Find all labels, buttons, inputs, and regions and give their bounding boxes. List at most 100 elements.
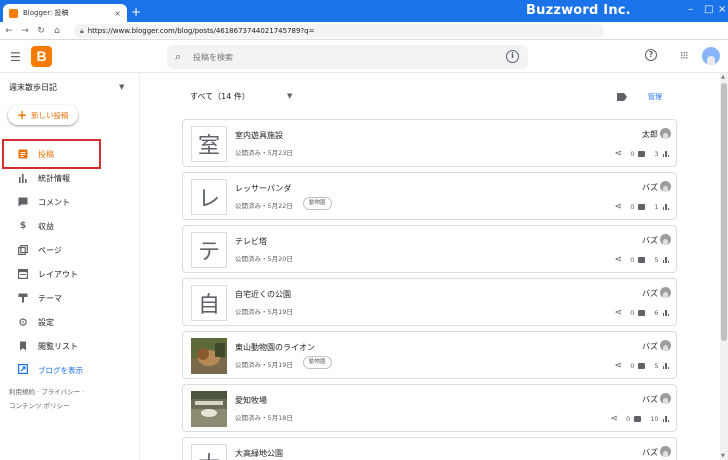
lock-icon: 🔒︎ bbox=[80, 26, 84, 35]
footer-links[interactable]: 利用規約 · プライバシー · bbox=[9, 386, 84, 396]
new-post-button[interactable]: + 新しい投稿 bbox=[8, 105, 78, 125]
post-stats: ⋖ 0 6 bbox=[615, 308, 669, 318]
back-icon[interactable]: ← bbox=[2, 26, 16, 36]
author-avatar bbox=[660, 234, 671, 245]
comment-count: 0 bbox=[626, 415, 631, 423]
new-tab-button[interactable]: + bbox=[131, 5, 141, 19]
post-author: バズ bbox=[642, 395, 658, 404]
manage-button[interactable]: 管理 bbox=[648, 92, 662, 102]
tab-title: Blogger: 投稿 bbox=[23, 9, 69, 17]
footer-content-policy[interactable]: コンテンツ ポリシー bbox=[9, 400, 70, 410]
chevron-down-icon[interactable]: ▼ bbox=[119, 83, 124, 91]
sidebar-item-stats[interactable]: 統計情報 bbox=[0, 166, 140, 190]
account-avatar[interactable] bbox=[702, 47, 720, 65]
share-icon[interactable]: ⋖ bbox=[611, 414, 619, 424]
post-photo-thumbnail bbox=[191, 391, 227, 427]
scroll-up-icon[interactable]: ▲ bbox=[721, 74, 725, 80]
stats-icon bbox=[662, 310, 669, 316]
sidebar-item-theme[interactable]: テーマ bbox=[0, 286, 140, 310]
maximize-icon[interactable]: □ bbox=[704, 4, 713, 15]
post-label-chip[interactable]: 動物園 bbox=[303, 197, 332, 210]
apps-grid-icon[interactable]: ⁝⁝⁝ bbox=[680, 49, 688, 62]
share-icon[interactable]: ⋖ bbox=[615, 202, 623, 212]
address-bar[interactable]: 🔒︎ https://www.blogger.com/blog/posts/46… bbox=[74, 24, 604, 38]
sidebar: 週末散歩日記 ▼ + 新しい投稿 投稿 統計情報 コメント $ 収益 ページ レ… bbox=[0, 73, 140, 460]
sidebar-item-label: ページ bbox=[38, 245, 62, 255]
sidebar-item-reading-list[interactable]: 閲覧リスト bbox=[0, 334, 140, 358]
comment-icon bbox=[18, 197, 28, 207]
post-row[interactable]: レ レッサーパンダ 公開済み・5月22日 動物園 バズ ⋖ 0 1 bbox=[182, 172, 677, 220]
post-title[interactable]: 東山動物園のライオン bbox=[235, 342, 315, 353]
scrollbar-thumb[interactable] bbox=[721, 83, 727, 341]
search-icon[interactable]: ⌕ bbox=[175, 50, 181, 64]
scroll-down-icon[interactable]: ▼ bbox=[721, 453, 725, 459]
sidebar-item-settings[interactable]: ⚙ 設定 bbox=[0, 310, 140, 334]
author-avatar bbox=[660, 287, 671, 298]
blog-selector[interactable]: 週末散歩日記 bbox=[9, 82, 57, 93]
bookmark-icon bbox=[18, 341, 28, 351]
home-icon[interactable]: ⌂ bbox=[50, 26, 64, 36]
post-row[interactable]: 東山動物園のライオン 公開済み・5月19日 動物園 バズ ⋖ 0 5 bbox=[182, 331, 677, 379]
post-row[interactable]: テ テレビ塔 公開済み・5月20日 バズ ⋖ 0 5 bbox=[182, 225, 677, 273]
sidebar-item-label: 統計情報 bbox=[38, 173, 70, 183]
comment-icon bbox=[638, 257, 646, 263]
page-scrollbar[interactable]: ▲ ▼ bbox=[720, 73, 728, 460]
post-row[interactable]: 大 大高緑地公園 バズ bbox=[182, 437, 677, 460]
sidebar-item-earnings[interactable]: $ 収益 bbox=[0, 214, 140, 238]
sidebar-item-label: 設定 bbox=[38, 317, 54, 327]
help-icon[interactable]: ? bbox=[645, 49, 657, 61]
close-window-icon[interactable]: × bbox=[718, 4, 726, 15]
reload-icon[interactable]: ↻ bbox=[34, 26, 48, 36]
forward-icon[interactable]: → bbox=[18, 26, 32, 36]
share-icon[interactable]: ⋖ bbox=[615, 308, 623, 318]
sidebar-item-posts[interactable]: 投稿 bbox=[0, 142, 140, 166]
browser-tab[interactable]: Blogger: 投稿 × bbox=[3, 4, 127, 22]
gear-icon: ⚙ bbox=[18, 315, 28, 329]
menu-icon[interactable]: ☰ bbox=[10, 50, 21, 64]
tab-close-icon[interactable]: × bbox=[114, 9, 121, 18]
sidebar-item-pages[interactable]: ページ bbox=[0, 238, 140, 262]
search-input[interactable] bbox=[193, 49, 493, 65]
comment-icon bbox=[638, 204, 646, 210]
stats-icon bbox=[662, 416, 669, 422]
search-box: ⌕ i bbox=[167, 45, 528, 69]
post-status: 公開済み・5月19日 bbox=[235, 361, 293, 369]
post-title[interactable]: 室内遊具施設 bbox=[235, 130, 283, 141]
post-status: 公開済み・5月18日 bbox=[235, 414, 293, 422]
sidebar-item-comments[interactable]: コメント bbox=[0, 190, 140, 214]
post-title[interactable]: 自宅近くの公園 bbox=[235, 289, 291, 300]
post-title[interactable]: テレビ塔 bbox=[235, 236, 267, 247]
share-icon[interactable]: ⋖ bbox=[615, 255, 623, 265]
dollar-icon: $ bbox=[19, 221, 27, 231]
post-row[interactable]: 自 自宅近くの公園 公開済み・5月19日 バズ ⋖ 0 6 bbox=[182, 278, 677, 326]
sidebar-item-layout[interactable]: レイアウト bbox=[0, 262, 140, 286]
post-row[interactable]: 愛知牧場 公開済み・5月18日 バズ ⋖ 0 10 bbox=[182, 384, 677, 432]
view-count: 10 bbox=[650, 415, 659, 423]
post-title[interactable]: レッサーパンダ bbox=[235, 183, 291, 194]
chevron-down-icon[interactable]: ▼ bbox=[287, 92, 292, 100]
post-status: 公開済み・5月19日 bbox=[235, 308, 293, 316]
post-filter-dropdown[interactable]: すべて（14 件） bbox=[190, 91, 250, 102]
pages-icon bbox=[18, 245, 28, 255]
post-title[interactable]: 愛知牧場 bbox=[235, 395, 267, 406]
post-row[interactable]: 室 室内遊具施設 公開済み・5月23日 太郎 ⋖ 0 3 bbox=[182, 119, 677, 167]
post-label-chip[interactable]: 動物園 bbox=[303, 356, 332, 369]
minimize-icon[interactable]: – bbox=[688, 4, 693, 15]
view-blog-link[interactable]: ブログを表示 bbox=[0, 361, 140, 379]
blogger-logo[interactable]: B bbox=[31, 46, 52, 67]
info-icon[interactable]: i bbox=[506, 50, 519, 63]
sidebar-item-label: 閲覧リスト bbox=[38, 341, 78, 351]
post-thumbnail: 自 bbox=[191, 285, 227, 321]
comment-count: 0 bbox=[630, 309, 635, 317]
comment-icon bbox=[634, 416, 642, 422]
post-author: バズ bbox=[642, 183, 658, 192]
post-thumbnail: レ bbox=[191, 179, 227, 215]
view-count: 3 bbox=[654, 150, 659, 158]
share-icon[interactable]: ⋖ bbox=[615, 149, 623, 159]
post-title[interactable]: 大高緑地公園 bbox=[235, 448, 283, 459]
label-icon[interactable] bbox=[617, 93, 627, 101]
stats-icon bbox=[662, 151, 669, 157]
post-author: バズ bbox=[642, 289, 658, 298]
comment-icon bbox=[638, 310, 646, 316]
share-icon[interactable]: ⋖ bbox=[615, 361, 623, 371]
